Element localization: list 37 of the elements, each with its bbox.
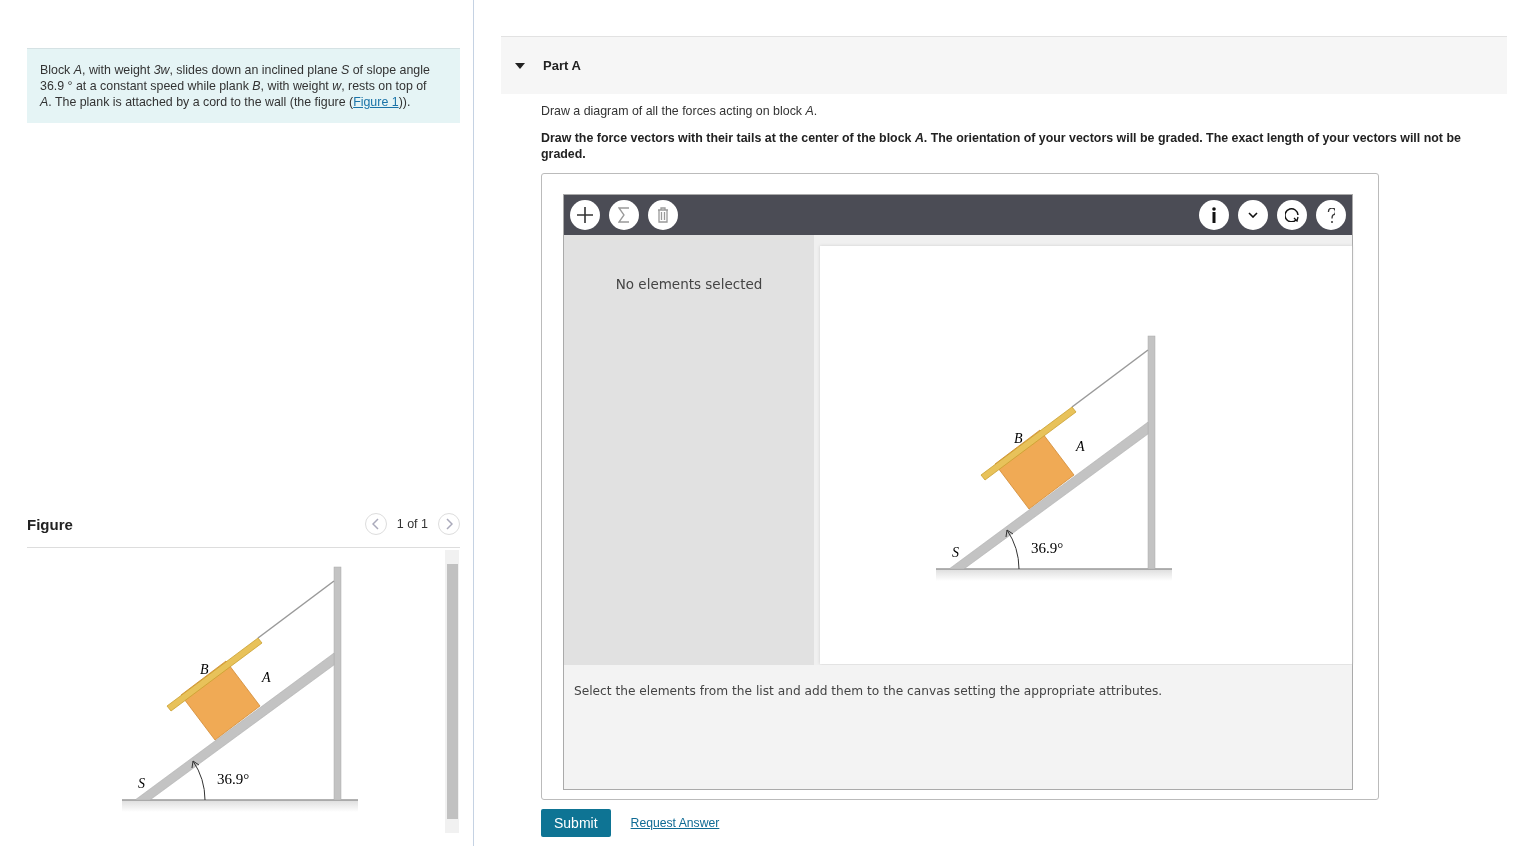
plank-label: B — [1013, 431, 1023, 446]
figure-pager: 1 of 1 — [396, 517, 428, 531]
submit-button[interactable]: Submit — [541, 809, 611, 837]
trash-icon — [658, 207, 668, 223]
drawing-canvas[interactable]: B A S 36.9° — [820, 246, 1352, 664]
reset-icon — [1285, 208, 1299, 222]
plane-label: S — [951, 545, 959, 560]
chevron-right-icon — [445, 518, 453, 530]
help-button[interactable] — [1316, 200, 1346, 230]
instruction-text: Draw the force vectors with their tails at the center of the block A. The orientation of your vectors will be graded. The exact length of your vectors will not be graded. — [541, 130, 1462, 162]
block-label: A — [262, 670, 271, 685]
sigma-icon — [618, 207, 630, 223]
plane-label: S — [138, 776, 145, 791]
plank-label: B — [200, 662, 209, 677]
chevron-down-icon — [1248, 212, 1258, 218]
part-header[interactable]: Part A — [501, 36, 1507, 94]
dropdown-button[interactable] — [1238, 200, 1268, 230]
help-icon — [1327, 207, 1335, 223]
question-prompt: Draw a diagram of all the forces acting on block A. — [541, 104, 819, 119]
add-button[interactable] — [570, 200, 600, 230]
angle-label: 36.9° — [217, 771, 250, 787]
selection-status: No elements selected — [615, 276, 763, 292]
problem-statement: Block A, with weight 3w, slides down an inclined plane S of slope angle 36.9 ° at a constant speed while plank B, with weight w, rests on top of A. The plank is attached by a cord to the wall (the figure (Figure 1)). — [27, 48, 460, 123]
angle-label: 36.9° — [1030, 540, 1063, 556]
block-label: A — [1075, 439, 1085, 454]
reset-button[interactable] — [1277, 200, 1307, 230]
sum-button[interactable] — [609, 200, 639, 230]
chevron-left-icon — [371, 518, 380, 530]
plus-icon — [576, 206, 594, 224]
delete-button[interactable] — [648, 200, 678, 230]
figure-heading: Figure — [27, 515, 74, 533]
request-answer-link[interactable]: Request Answer — [630, 816, 720, 830]
figure-link[interactable]: Figure 1 — [353, 95, 399, 109]
canvas-hint: Select the elements from the list and add them to the canvas setting the appropriate attributes. — [574, 684, 1163, 698]
info-icon — [1212, 207, 1216, 223]
scrollbar[interactable] — [445, 550, 459, 833]
info-button[interactable] — [1199, 200, 1229, 230]
